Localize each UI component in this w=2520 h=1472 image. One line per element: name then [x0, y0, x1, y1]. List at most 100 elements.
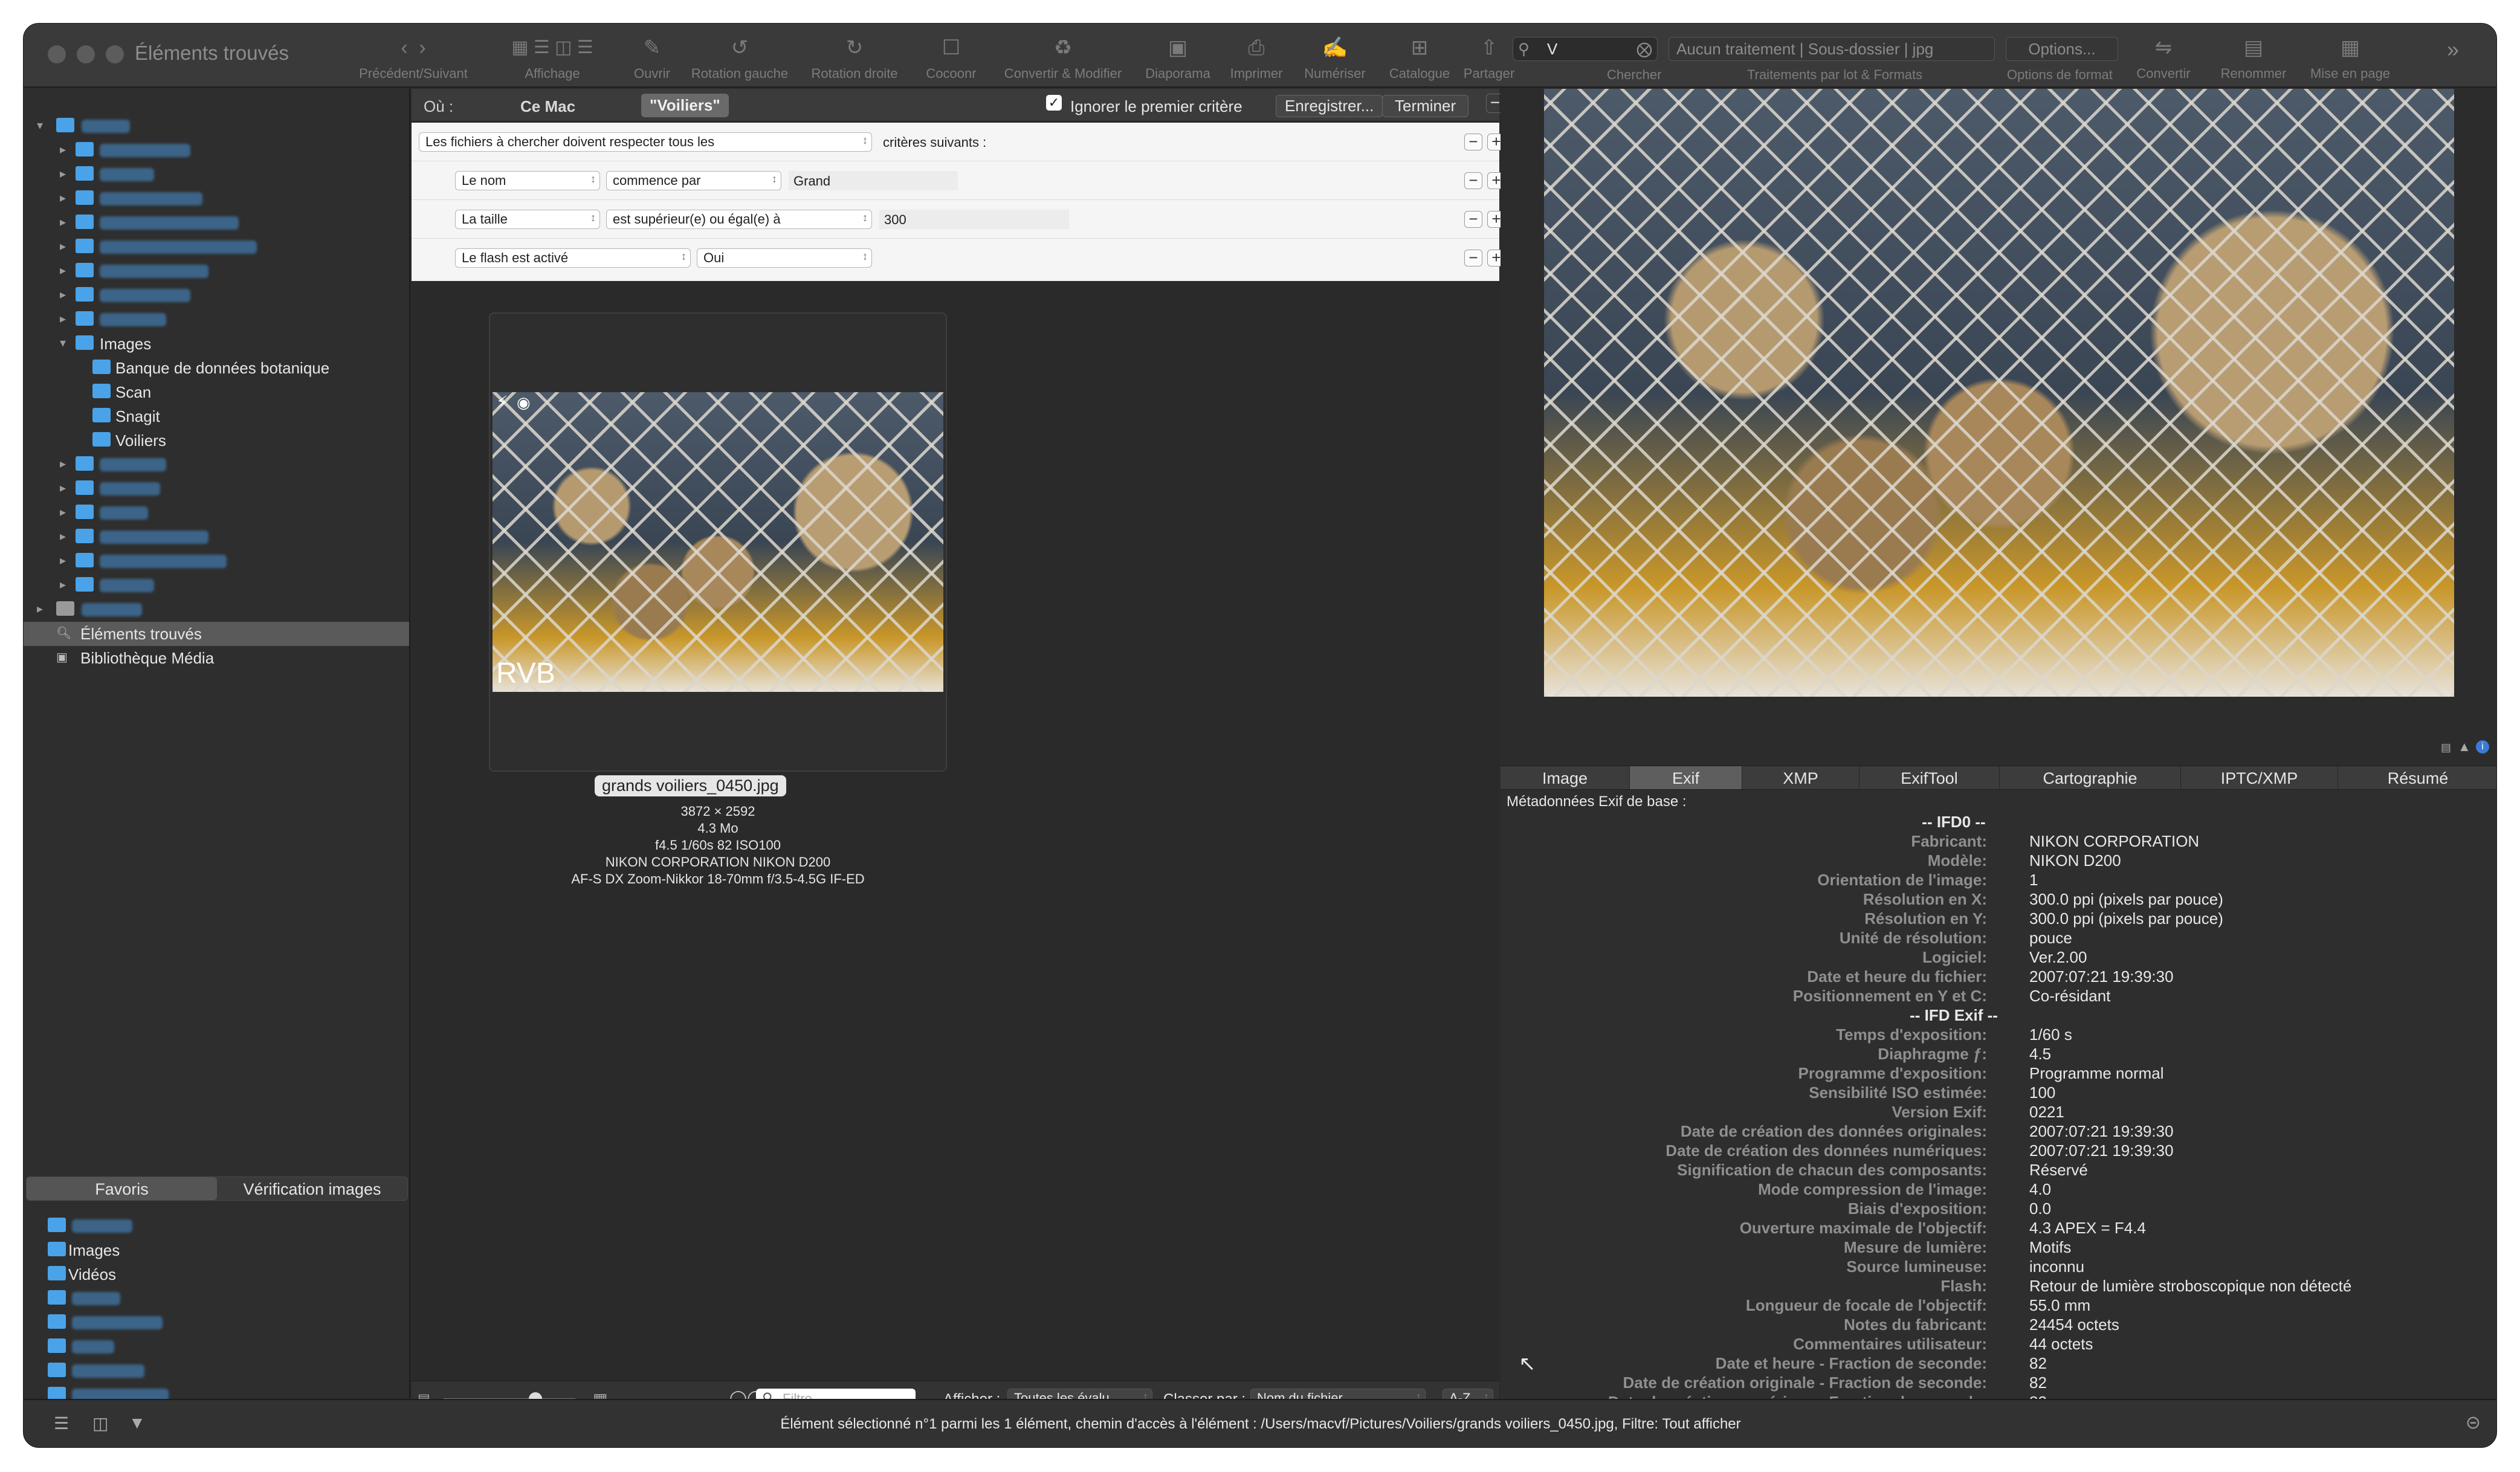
thumbnail-card[interactable]: ⚡︎ ◉ RVB [489, 312, 947, 772]
sidebar-item-folder[interactable]: ▸ [24, 477, 409, 501]
share-button[interactable]: ⇧ Partager [1464, 30, 1514, 85]
metadata-value: 55.0 mm [2029, 1296, 2091, 1314]
sidebar-item-folder[interactable]: ▸ [24, 259, 409, 283]
slideshow-button[interactable]: ▣ Diaporama [1139, 30, 1217, 85]
zoom-icon[interactable]: ▤ [2441, 741, 2451, 754]
minus-circle-icon[interactable]: ⊝ [2466, 1412, 2481, 1433]
fav-item[interactable] [24, 1311, 409, 1335]
save-search-button[interactable]: Enregistrer... [1276, 95, 1383, 117]
convert-button[interactable]: ⇋ Convertir [2130, 30, 2197, 85]
sidebar-item-home[interactable]: ▾ [24, 114, 409, 138]
rotate-right-button[interactable]: ↻ Rotation droite [800, 30, 909, 85]
clear-search-icon[interactable]: ⨂ [1636, 40, 1652, 59]
sidebar-item-folder[interactable]: ▸ [24, 453, 409, 477]
sidebar-item-folder[interactable]: ▸ [24, 138, 409, 163]
sidebar-item-folder[interactable]: ▸ [24, 573, 409, 598]
catalog-button[interactable]: ⊞ Catalogue [1380, 30, 1459, 85]
sidebar-item-folder[interactable]: ▸ [24, 163, 409, 187]
tab-verification[interactable]: Vérification images [217, 1177, 407, 1200]
criterion-value-select[interactable]: Oui [697, 248, 872, 268]
processing-select[interactable]: Aucun traitement | Sous-dossier | jpg [1669, 37, 1995, 61]
remove-criterion-button[interactable]: − [1464, 134, 1482, 150]
sidebar-item-voiliers[interactable]: Voiliers [24, 428, 409, 453]
rotate-left-button[interactable]: ↺ Rotation gauche [685, 30, 794, 85]
sidebar-item-botanique[interactable]: Banque de données botanique [24, 356, 409, 380]
tab-resume[interactable]: Résumé [2338, 766, 2496, 789]
sidebar-item-media[interactable]: ▣ Bibliothèque Média [24, 646, 409, 670]
thumbnail-filename[interactable]: grands voiliers_0450.jpg [595, 775, 786, 796]
display-mode-button[interactable]: ▦ ☰ ◫ ☰ Affichage [483, 30, 622, 85]
criterion-value-input[interactable]: Grand [789, 171, 958, 190]
sidebar-item-folder[interactable]: ▸ [24, 187, 409, 211]
scan-button[interactable]: ✍ Numériser [1296, 30, 1374, 85]
convert-modify-button[interactable]: ♻ Convertir & Modifier [993, 30, 1132, 85]
thumbnail-image [493, 392, 943, 692]
metadata-key: Biais d'exposition: [1847, 1199, 1987, 1218]
scope-this-mac[interactable]: Ce Mac [520, 97, 575, 116]
criterion-attribute-select[interactable]: Le flash est activé [455, 248, 691, 268]
sidebar-item-found[interactable]: 🔍︎ Éléments trouvés [24, 622, 409, 646]
sidebar-item-folder[interactable]: ▸ [24, 235, 409, 259]
metadata-key: Fabricant: [1911, 832, 1987, 850]
tab-image[interactable]: Image [1501, 766, 1630, 789]
scope-voiliers[interactable]: "Voiliers" [641, 94, 729, 117]
format-options-button[interactable]: Options... [2006, 37, 2118, 61]
sidebar-item-scan[interactable]: Scan [24, 380, 409, 404]
fav-item[interactable] [24, 1214, 409, 1238]
done-button[interactable]: Terminer [1382, 95, 1469, 117]
fav-item-videos[interactable]: Vidéos [24, 1262, 409, 1286]
tab-exiftool[interactable]: ExifTool [1859, 766, 2000, 789]
criterion-attribute-select[interactable]: La taille [455, 210, 600, 229]
search-field[interactable]: ⚲ V ⨂ [1513, 37, 1658, 61]
sidebar-item-folder[interactable]: ▸ [24, 525, 409, 549]
rename-button[interactable]: ▤ Renommer [2211, 30, 2296, 85]
sidebar-item-snagit[interactable]: Snagit [24, 404, 409, 428]
sidebar-item-folder[interactable]: ▸ [24, 549, 409, 573]
tab-favoris[interactable]: Favoris [27, 1177, 217, 1200]
fav-item[interactable] [24, 1286, 409, 1311]
histogram-icon[interactable]: ▲ [2458, 739, 2471, 755]
metadata-key: Date et heure - Fraction de seconde: [1715, 1354, 1987, 1372]
metadata-key: Date de création originale - Fraction de… [1623, 1374, 1987, 1392]
open-button[interactable]: ✎ Ouvrir [625, 30, 679, 85]
metadata-key: Logiciel: [1922, 948, 1987, 966]
metadata-row: Logiciel: Ver.2.00 [1501, 948, 2496, 967]
print-button[interactable]: ⎙ Imprimer [1223, 30, 1290, 85]
fav-item[interactable] [24, 1359, 409, 1383]
info-icon[interactable]: i [2476, 740, 2489, 754]
page-layout-button[interactable]: ▦ Mise en page [2302, 30, 2399, 85]
ignore-first-checkbox[interactable]: ✓ [1046, 95, 1062, 111]
fav-item-images[interactable]: Images [24, 1238, 409, 1262]
tab-exif[interactable]: Exif [1630, 766, 1742, 789]
sidebar-item-volume[interactable]: ▸ [24, 598, 409, 622]
remove-criterion-button[interactable]: − [1464, 211, 1482, 228]
fav-item[interactable] [24, 1335, 409, 1359]
rotate-right-icon: ↻ [845, 36, 864, 59]
sidebar-item-folder[interactable]: ▸ [24, 308, 409, 332]
prev-next-button[interactable]: ‹ › Précédent/Suivant [350, 30, 477, 85]
more-toolbar-icon[interactable]: » [2447, 37, 2459, 62]
lens-info: AF-S DX Zoom-Nikkor 18-70mm f/3.5-4.5G I… [571, 871, 865, 886]
minimize-window-button[interactable] [77, 45, 95, 63]
zoom-window-button[interactable] [106, 45, 124, 63]
flash-icon: ⚡︎ [496, 393, 508, 412]
criterion-operator-select[interactable]: commence par [606, 171, 781, 190]
metadata-key: Sensibilité ISO estimée: [1809, 1083, 1987, 1102]
tab-iptc-xmp[interactable]: IPTC/XMP [2181, 766, 2338, 789]
sidebar-item-folder[interactable]: ▸ [24, 501, 409, 525]
search-input[interactable]: V [1547, 40, 1557, 59]
tab-xmp[interactable]: XMP [1742, 766, 1859, 789]
remove-criterion-button[interactable]: − [1464, 172, 1482, 189]
remove-criterion-button[interactable]: − [1464, 250, 1482, 266]
close-window-button[interactable] [48, 45, 66, 63]
match-all-select[interactable]: Les fichiers à chercher doivent respecte… [419, 132, 872, 152]
sidebar-item-folder[interactable]: ▸ [24, 211, 409, 235]
criterion-attribute-select[interactable]: Le nom [455, 171, 600, 190]
metadata-value: inconnu [2029, 1257, 2085, 1276]
tick-button[interactable]: ☐ Cocoonr [915, 30, 987, 85]
criterion-value-input[interactable]: 300 [879, 210, 1069, 229]
criterion-operator-select[interactable]: est supérieur(e) ou égal(e) à [606, 210, 872, 229]
sidebar-item-images[interactable]: ▾ Images [24, 332, 409, 356]
sidebar-item-folder[interactable]: ▸ [24, 283, 409, 308]
tab-cartographie[interactable]: Cartographie [2000, 766, 2181, 789]
